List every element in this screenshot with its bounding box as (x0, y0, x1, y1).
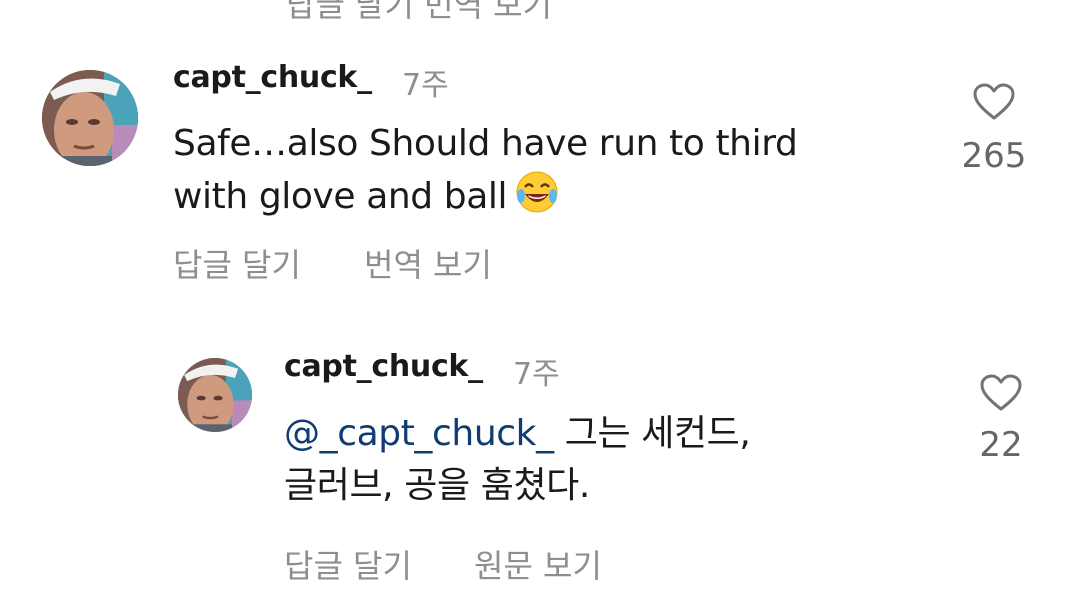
reply-text: @_capt_chuck_ 그는 세컨드, 글러브, 공을 훔쳤다. (284, 408, 751, 512)
reply-button[interactable]: 답글 달기 (284, 541, 412, 587)
like-heart-icon[interactable] (980, 374, 1022, 412)
reply-text-line: 글러브, 공을 훔쳤다. (284, 465, 590, 506)
see-original-button[interactable]: 원문 보기 (474, 541, 602, 587)
comment-username[interactable]: capt_chuck_ (173, 60, 372, 95)
like-count: 265 (961, 136, 1027, 176)
mention-link[interactable]: @_capt_chuck_ (284, 413, 554, 454)
reply-text-line: @_capt_chuck_ 그는 세컨드, (284, 408, 751, 460)
reply-time: 7주 (513, 357, 560, 392)
reply-button[interactable]: 답글 달기 (173, 240, 301, 286)
like-heart-icon[interactable] (973, 83, 1015, 121)
avatar[interactable] (178, 358, 252, 432)
comment-time: 7주 (402, 68, 449, 103)
comment-text-line: with glove and ball (173, 170, 797, 223)
comment-text-line-part: with glove and ball (173, 176, 508, 217)
face-with-tears-of-joy-icon (515, 170, 559, 214)
avatar[interactable] (42, 70, 138, 166)
like-count: 22 (979, 425, 1023, 465)
see-translation-button[interactable]: 번역 보기 (364, 240, 492, 286)
reply-text-line-part: 그는 세컨드, (553, 413, 751, 454)
comment-text-line: Safe…also Should have run to third (173, 123, 798, 164)
reply-username[interactable]: capt_chuck_ (284, 349, 483, 384)
comment-text: Safe…also Should have run to third with … (173, 118, 798, 223)
previous-comment-actions: 답글 달기 번역 보기 (286, 0, 553, 24)
